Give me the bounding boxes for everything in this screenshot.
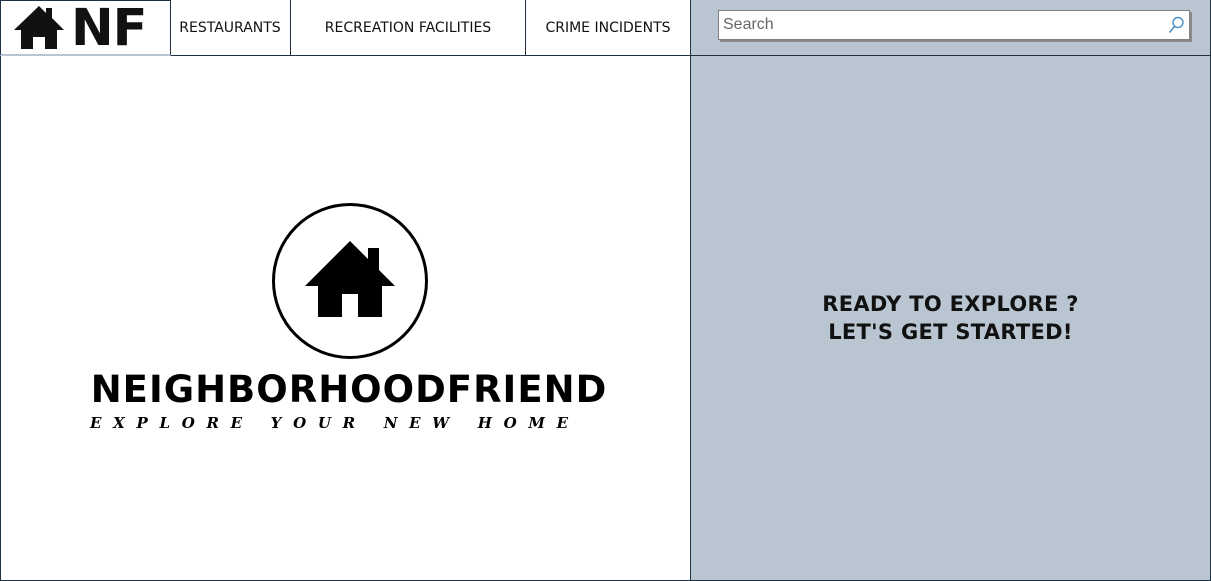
search-box xyxy=(718,10,1190,40)
hero-logo: NEIGHBORHOODFRIEND EXPLORE YOUR NEW HOME xyxy=(0,56,690,580)
tab-crime-incidents[interactable]: CRIME INCIDENTS xyxy=(526,0,691,55)
cta-line-2: LET'S GET STARTED! xyxy=(828,320,1073,344)
panel-header xyxy=(691,0,1210,56)
house-icon xyxy=(305,241,395,317)
search-icon[interactable] xyxy=(1168,16,1184,38)
top-nav: NF RESTAURANTS RECREATION FACILITIES CRI… xyxy=(0,0,691,58)
tab-restaurants[interactable]: RESTAURANTS xyxy=(170,0,291,55)
right-panel: READY TO EXPLORE ? LET'S GET STARTED! xyxy=(690,0,1210,580)
home-logo-link[interactable]: NF xyxy=(0,0,171,58)
tab-recreation-facilities[interactable]: RECREATION FACILITIES xyxy=(291,0,526,55)
cta-line-1: READY TO EXPLORE ? xyxy=(822,292,1079,316)
cta-message: READY TO EXPLORE ? LET'S GET STARTED! xyxy=(691,290,1210,346)
search-input[interactable] xyxy=(723,13,1163,37)
brand-tagline: EXPLORE YOUR NEW HOME xyxy=(90,414,580,432)
logo-text: NF xyxy=(71,0,148,58)
house-icon xyxy=(14,6,64,49)
logo-circle xyxy=(272,203,428,359)
brand-name: NEIGHBORHOODFRIEND xyxy=(90,368,608,411)
